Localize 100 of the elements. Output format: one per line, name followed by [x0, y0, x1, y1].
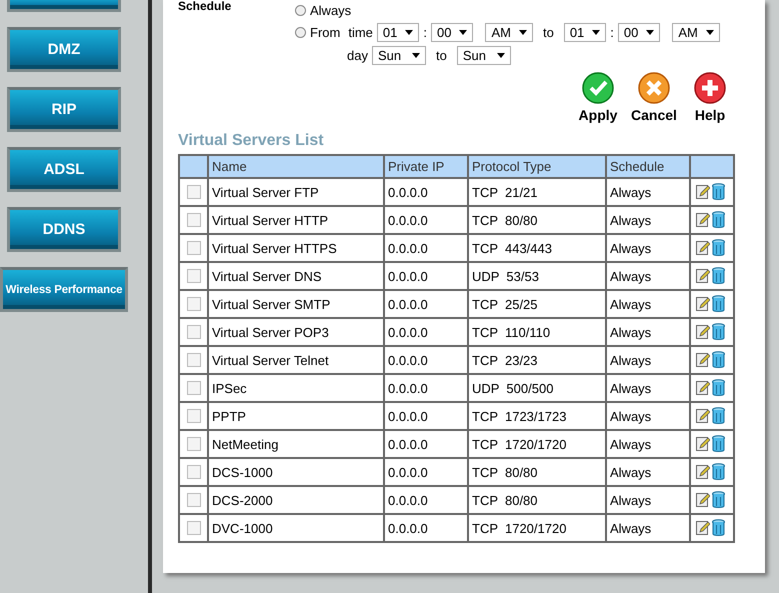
table-cell: IPSec	[208, 374, 384, 402]
radio-button[interactable]	[295, 26, 306, 38]
edit-icon[interactable]	[696, 520, 710, 536]
trash-icon[interactable]	[712, 267, 725, 285]
edit-icon[interactable]	[696, 408, 710, 424]
edit-icon[interactable]	[696, 464, 710, 480]
trash-icon[interactable]	[712, 435, 725, 453]
help-button[interactable]: Help	[687, 72, 733, 123]
table-cell: TCP 110/110	[468, 318, 606, 346]
table-cell: Always	[606, 402, 690, 430]
caret-icon	[412, 52, 420, 58]
nav-button[interactable]	[7, 0, 121, 12]
table-cell: Always	[606, 318, 690, 346]
trash-icon[interactable]	[712, 239, 725, 257]
ampm-select[interactable]: AM	[485, 22, 533, 42]
edit-icon[interactable]	[696, 268, 710, 284]
cancel-button[interactable]: Cancel	[631, 72, 677, 123]
trash-icon[interactable]	[712, 407, 725, 425]
nav-button[interactable]: DDNS	[7, 207, 121, 252]
day-label: day	[347, 48, 368, 62]
separator: :	[610, 24, 614, 40]
caret-icon	[592, 30, 600, 34]
table-cell: 0.0.0.0	[384, 178, 468, 206]
check-icon	[582, 72, 614, 104]
column-header: Schedule	[606, 155, 690, 178]
table-cell: TCP 80/80	[468, 206, 606, 234]
section-title: Virtual Servers List	[178, 132, 325, 150]
row-checkbox[interactable]	[186, 465, 200, 479]
minute-select[interactable]: 00	[431, 22, 474, 42]
row-checkbox[interactable]	[186, 241, 200, 255]
x-icon	[638, 72, 670, 104]
plus-icon	[694, 72, 726, 104]
table-cell: Always	[606, 486, 690, 514]
edit-icon[interactable]	[696, 492, 710, 508]
nav-button[interactable]: RIP	[7, 87, 121, 132]
nav-button[interactable]: Wireless Performance	[0, 267, 128, 312]
hour-select[interactable]: 01	[564, 22, 606, 42]
table-cell: 0.0.0.0	[384, 374, 468, 402]
table-cell: NetMeeting	[208, 430, 384, 458]
table-cell: TCP 80/80	[468, 458, 606, 486]
table-cell: UDP 500/500	[468, 374, 606, 402]
ampm-select[interactable]: AM	[672, 22, 720, 42]
row-checkbox[interactable]	[186, 213, 200, 227]
row-checkbox[interactable]	[186, 353, 200, 367]
table-cell: TCP 1720/1720	[468, 430, 606, 458]
row-checkbox[interactable]	[186, 185, 200, 199]
separator: :	[423, 24, 427, 40]
table-cell: DVC-1000	[208, 514, 384, 542]
trash-icon[interactable]	[712, 491, 725, 509]
trash-icon[interactable]	[712, 323, 725, 341]
table-cell: Always	[606, 262, 690, 290]
edit-icon[interactable]	[696, 184, 710, 200]
row-checkbox[interactable]	[186, 325, 200, 339]
schedule-label: Schedule	[178, 0, 232, 15]
row-checkbox[interactable]	[186, 269, 200, 283]
radio-button[interactable]	[295, 4, 306, 16]
row-checkbox[interactable]	[186, 521, 200, 535]
table-cell: 0.0.0.0	[384, 430, 468, 458]
table-cell: Virtual Server DNS	[208, 262, 384, 290]
nav-button[interactable]: ADSL	[7, 147, 121, 192]
caret-icon	[706, 30, 714, 34]
caret-icon	[518, 30, 527, 34]
edit-icon[interactable]	[696, 352, 710, 368]
column-header: Protocol Type	[468, 155, 606, 178]
row-checkbox[interactable]	[186, 437, 200, 451]
table-cell: Always	[606, 290, 690, 318]
edit-icon[interactable]	[696, 324, 710, 340]
table-cell: Virtual Server HTTPS	[208, 234, 384, 262]
edit-icon[interactable]	[696, 212, 710, 228]
table-cell: TCP 25/25	[468, 290, 606, 318]
row-checkbox[interactable]	[186, 493, 200, 507]
trash-icon[interactable]	[712, 211, 725, 229]
caret-icon	[405, 30, 414, 34]
row-checkbox[interactable]	[186, 297, 200, 311]
minute-select[interactable]: 00	[618, 22, 660, 42]
edit-icon[interactable]	[696, 296, 710, 312]
caret-icon	[646, 30, 654, 34]
table-cell: TCP 1723/1723	[468, 402, 606, 430]
table-cell: 0.0.0.0	[384, 458, 468, 486]
to-label: to	[542, 24, 554, 40]
apply-button[interactable]: Apply	[575, 72, 621, 123]
trash-icon[interactable]	[712, 295, 725, 313]
row-checkbox[interactable]	[186, 381, 200, 395]
trash-icon[interactable]	[712, 379, 725, 397]
trash-icon[interactable]	[712, 463, 725, 481]
edit-icon[interactable]	[696, 380, 710, 396]
edit-icon[interactable]	[696, 240, 710, 256]
edit-icon[interactable]	[696, 436, 710, 452]
trash-icon[interactable]	[712, 351, 725, 369]
table-cell: TCP 1720/1720	[468, 514, 606, 542]
row-checkbox[interactable]	[186, 409, 200, 423]
trash-icon[interactable]	[712, 519, 725, 537]
day-select[interactable]: Sun	[456, 46, 511, 64]
table-cell: 0.0.0.0	[384, 346, 468, 374]
trash-icon[interactable]	[712, 183, 725, 201]
table-cell: Virtual Server FTP	[208, 178, 384, 206]
hour-select[interactable]: 01	[376, 22, 420, 42]
table-cell: Always	[606, 514, 690, 542]
nav-button[interactable]: DMZ	[7, 27, 121, 72]
day-select[interactable]: Sun	[372, 46, 426, 64]
